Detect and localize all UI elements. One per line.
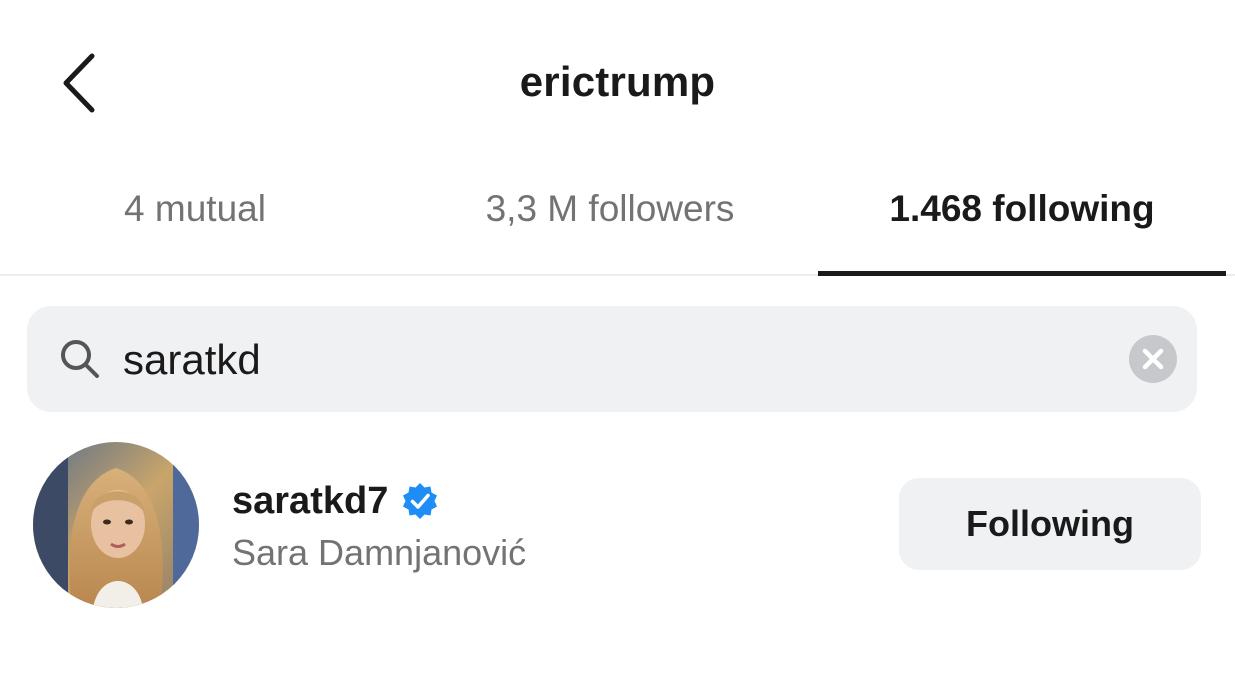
search-icon [61,340,99,378]
app-header: erictrump [0,0,1235,160]
page-title: erictrump [519,58,716,105]
full-name: Sara Damnjanović [232,532,527,573]
verified-badge-icon [403,483,438,519]
tab-following[interactable]: 1.468 following [818,188,1226,276]
search-input[interactable] [121,328,1085,392]
clear-icon [1142,348,1164,370]
username: saratkd7 [232,479,389,522]
username-link[interactable]: saratkd7 [232,476,440,526]
profile-photo [33,442,199,608]
tab-followers[interactable]: 3,3 M followers [410,188,810,274]
tab-mutual[interactable]: 4 mutual [60,188,330,274]
search-bar [27,306,1197,412]
clear-search-button[interactable] [1129,335,1177,383]
tab-bar: 4 mutual 3,3 M followers 1.468 following [0,160,1235,276]
avatar[interactable] [33,442,199,608]
list-item[interactable]: saratkd7 Sara Damnjanović Following [0,432,1235,622]
following-button[interactable]: Following [899,478,1201,570]
